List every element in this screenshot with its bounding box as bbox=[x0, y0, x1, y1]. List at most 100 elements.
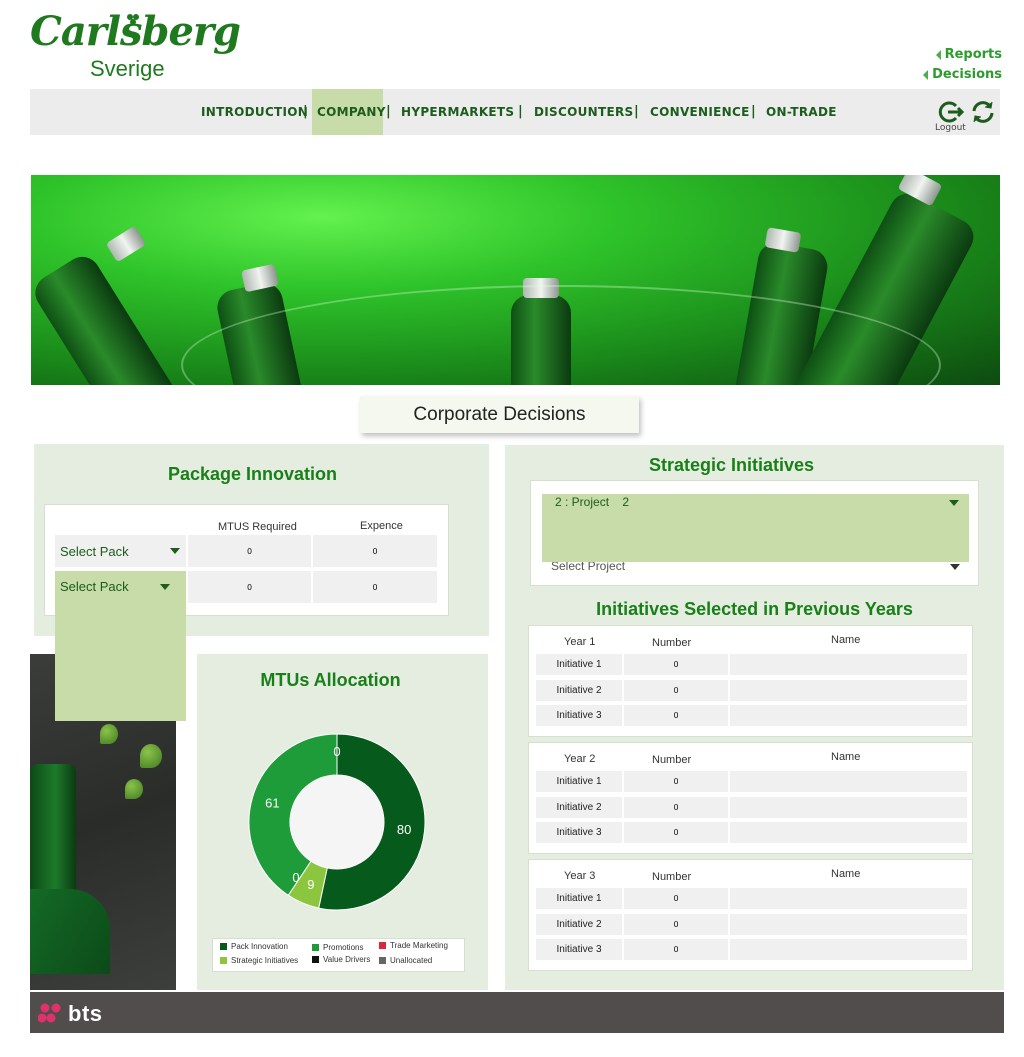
year-label: Year 1 bbox=[564, 636, 596, 648]
footer-brand: bts bbox=[68, 1001, 103, 1026]
donut-label: 0 bbox=[292, 870, 299, 885]
package-innovation-title: Package Innovation bbox=[167, 464, 338, 484]
mtus-cell: 0 bbox=[188, 535, 311, 567]
mtus-required-header: MTUS Required bbox=[218, 521, 297, 533]
initiative-number: 0 bbox=[624, 939, 728, 960]
donut-label: 80 bbox=[397, 822, 411, 837]
nav-discounters[interactable]: DISCOUNTERS bbox=[534, 89, 633, 135]
initiative-label: Initiative 3 bbox=[536, 822, 622, 843]
initiative-label: Initiative 3 bbox=[536, 939, 622, 960]
year-label: Year 3 bbox=[564, 870, 596, 882]
chevron-down-icon bbox=[160, 584, 170, 590]
initiative-name bbox=[730, 797, 967, 818]
main-nav: INTRODUCTION | COMPANY | HYPERMARKETS | … bbox=[30, 89, 1000, 135]
decisions-link[interactable]: Decisions bbox=[923, 67, 1002, 82]
year-label: Year 2 bbox=[564, 753, 596, 765]
initiative-label: Initiative 1 bbox=[536, 888, 622, 909]
logout-label: Logout bbox=[935, 123, 966, 133]
product-tube bbox=[30, 889, 110, 974]
legend-swatch bbox=[379, 957, 386, 964]
strategic-select-card: Select Project 2 : Project 2 bbox=[530, 480, 979, 586]
year-3-card: Year 3 Number Name Initiative 1 0 Initia… bbox=[528, 859, 973, 971]
initiative-name bbox=[730, 914, 967, 935]
legend-item-promotions: Promotions bbox=[312, 943, 363, 952]
strategic-initiatives-panel: Strategic Initiatives Select Project 2 :… bbox=[505, 445, 1004, 990]
name-header: Name bbox=[831, 751, 861, 763]
initiative-name bbox=[730, 888, 967, 909]
donut-label: 0 bbox=[333, 744, 340, 759]
project-select-value: 2 : Project 2 bbox=[555, 495, 630, 509]
caret-left-icon bbox=[923, 69, 929, 80]
donut-label: 61 bbox=[265, 795, 279, 810]
chevron-down-icon bbox=[949, 500, 959, 506]
initiative-name bbox=[730, 680, 967, 701]
page-title: Corporate Decisions bbox=[360, 396, 639, 433]
refresh-icon[interactable] bbox=[970, 99, 996, 125]
nav-on-trade[interactable]: ON-TRADE bbox=[766, 89, 837, 135]
initiative-number: 0 bbox=[624, 705, 728, 726]
footer: bts bbox=[30, 992, 1004, 1033]
reports-link[interactable]: Reports bbox=[935, 47, 1002, 62]
mtus-cell: 0 bbox=[188, 571, 311, 603]
nav-convenience[interactable]: CONVENIENCE bbox=[650, 89, 750, 135]
initiative-number: 0 bbox=[624, 680, 728, 701]
initiative-name bbox=[730, 654, 967, 675]
initiative-number: 0 bbox=[624, 888, 728, 909]
legend-swatch bbox=[379, 942, 386, 949]
year-1-card: Year 1 Number Name Initiative 1 0 Initia… bbox=[528, 625, 973, 737]
initiative-label: Initiative 2 bbox=[536, 914, 622, 935]
bts-logo-icon bbox=[38, 1003, 61, 1023]
nav-hypermarkets[interactable]: HYPERMARKETS bbox=[401, 89, 514, 135]
initiative-label: Initiative 2 bbox=[536, 797, 622, 818]
initiative-label: Initiative 1 bbox=[536, 771, 622, 792]
initiative-label: Initiative 2 bbox=[536, 680, 622, 701]
mtus-donut-chart: 80 9 61 0 0 bbox=[248, 733, 426, 911]
leaf bbox=[100, 724, 118, 744]
previous-years-title: Initiatives Selected in Previous Years bbox=[596, 599, 913, 619]
select-pack-1[interactable]: Select Pack bbox=[55, 535, 186, 567]
hero-banner bbox=[31, 175, 1000, 385]
ice-bucket bbox=[181, 285, 941, 385]
logout-icon[interactable] bbox=[938, 99, 964, 125]
initiative-number: 0 bbox=[624, 914, 728, 935]
chevron-down-icon bbox=[950, 564, 960, 570]
leaf bbox=[140, 744, 162, 768]
select-pack-2-dropdown[interactable]: Select Pack bbox=[55, 571, 186, 721]
chart-legend: Pack Innovation Promotions Trade Marketi… bbox=[212, 938, 465, 972]
nav-company[interactable]: COMPANY bbox=[312, 89, 385, 135]
legend-item-pack-innovation: Pack Innovation bbox=[220, 942, 288, 951]
legend-item-unallocated: Unallocated bbox=[379, 956, 432, 965]
legend-swatch bbox=[220, 957, 227, 964]
expence-cell: 0 bbox=[313, 535, 437, 567]
donut-hole bbox=[290, 775, 384, 869]
strategic-initiatives-title: Strategic Initiatives bbox=[648, 455, 815, 475]
legend-item-value-drivers: Value Drivers bbox=[312, 955, 370, 964]
name-header: Name bbox=[831, 868, 861, 880]
initiative-number: 0 bbox=[624, 654, 728, 675]
legend-item-trade-marketing: Trade Marketing bbox=[379, 941, 448, 950]
number-header: Number bbox=[652, 871, 692, 883]
expence-header: Expence bbox=[360, 520, 403, 532]
name-header: Name bbox=[831, 634, 861, 646]
donut-label: 9 bbox=[307, 877, 314, 892]
leaf bbox=[125, 779, 143, 799]
select-pack-2-label: Select Pack bbox=[60, 579, 129, 594]
initiative-number: 0 bbox=[624, 771, 728, 792]
initiative-name bbox=[730, 822, 967, 843]
brand-subtitle: Sverige bbox=[90, 56, 165, 81]
bottle bbox=[31, 250, 184, 385]
project-select-dropdown[interactable]: 2 : Project 2 bbox=[542, 494, 969, 562]
initiative-label: Initiative 3 bbox=[536, 705, 622, 726]
initiative-name bbox=[730, 705, 967, 726]
number-header: Number bbox=[652, 754, 692, 766]
initiative-number: 0 bbox=[624, 822, 728, 843]
legend-swatch bbox=[312, 944, 319, 951]
year-2-card: Year 2 Number Name Initiative 1 0 Initia… bbox=[528, 742, 973, 854]
legend-item-strategic-initiatives: Strategic Initiatives bbox=[220, 956, 298, 965]
nav-introduction[interactable]: INTRODUCTION bbox=[201, 89, 308, 135]
initiative-label: Initiative 1 bbox=[536, 654, 622, 675]
caret-left-icon bbox=[935, 49, 941, 60]
initiative-name bbox=[730, 939, 967, 960]
number-header: Number bbox=[652, 637, 692, 649]
expence-cell: 0 bbox=[313, 571, 437, 603]
